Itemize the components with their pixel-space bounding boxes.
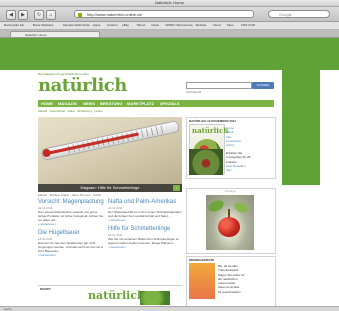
tab-bar: Natürlich: Home	[0, 30, 339, 38]
bookmark-item[interactable]: Bookmarks bar	[4, 23, 24, 28]
main-navigation: HOME MAGAZIN NEWS BERATUNG MARKTPLATZ SP…	[38, 100, 274, 107]
marketplace-label: MARKT	[40, 287, 51, 291]
article-teaser: Wie Sie mit einfachen Mitteln den Schmet…	[108, 237, 180, 245]
window-titlebar: Natürlich: Home	[0, 0, 339, 7]
advertisement-label: Anzeige	[224, 189, 236, 193]
media-edition-links: Bio, alt werden Traumbeispiele Sagen Sie…	[218, 264, 272, 294]
hero-caption[interactable]: Magazin: Hilfe für Schmetterlinge	[38, 184, 182, 192]
site-favicon-icon	[78, 13, 82, 17]
bookmark-item[interactable]: News	[152, 23, 160, 28]
bookmark-item[interactable]: Aktuelle Nachrichten	[63, 23, 91, 28]
reload-button[interactable]: ↻	[34, 10, 44, 20]
page-green-side-strip	[282, 38, 320, 185]
media-edition-image[interactable]	[189, 263, 215, 299]
nav-item-magazin[interactable]: MAGAZIN	[58, 100, 77, 107]
media-link[interactable]: für ausschweifen	[218, 290, 272, 294]
apple-icon	[218, 217, 240, 237]
site-search-button[interactable]: SUCHEN	[252, 82, 274, 89]
browser-search-input[interactable]: Google	[268, 10, 330, 18]
article-title[interactable]: Vorsicht: Magenplastung	[38, 199, 104, 206]
hero-pager[interactable]: Aktuell · Weitere Artikel · Neue Themen …	[38, 193, 101, 197]
article-title[interactable]: Nafta und Palm-Amerikas	[108, 199, 182, 206]
site-search-hint: Suchbegriff	[186, 90, 202, 94]
bookmark-item[interactable]: eBay	[122, 23, 129, 28]
nav-item-beratung[interactable]: BERATUNG	[100, 100, 122, 107]
site-search-input[interactable]	[186, 82, 252, 89]
subscription-promo-text: Erhalten Sie 3 Ausgaben für 28 Franken J…	[226, 151, 274, 172]
bookmarks-bar: Bookmarks bar Beste Websites Aktuelle Nach…	[0, 22, 339, 30]
status-bar: Fertig	[0, 306, 339, 311]
hero-next-arrow-icon[interactable]: ›	[173, 185, 180, 191]
nav-item-spezials[interactable]: SPEZIALS	[160, 100, 180, 107]
article-teaser: Die Lebensmittelindustrie verkauft uns g…	[38, 210, 104, 222]
article-title[interactable]: Die Hügelbauer	[38, 230, 104, 237]
apple-advert-image[interactable]	[206, 195, 254, 250]
bookmark-item[interactable]: Beste Websites	[33, 23, 54, 28]
article-teaser: Der Widerstand Boom in den neuen Schwell…	[108, 210, 182, 218]
nav-item-home[interactable]: HOME	[41, 100, 53, 107]
bookmark-item[interactable]: CNN.COM	[241, 23, 255, 28]
sub-navigation[interactable]: Aktuell · Gesundheit · Natur · Ernährung…	[38, 109, 103, 113]
site-logo[interactable]: natürlich	[38, 77, 127, 95]
url-text: http://www.natuerlich-online.ch/	[87, 12, 143, 17]
window-title: Natürlich: Home	[155, 0, 184, 5]
issue-link[interactable]: Archiv	[226, 143, 272, 147]
bookmark-item[interactable]: Website	[196, 23, 207, 28]
bookmark-item[interactable]: WWDC Web Access	[166, 23, 193, 28]
issue-links: Home Inhalt Abo Leserbriefe Archiv	[226, 126, 272, 147]
media-edition-heading: MEDIEN-EDITION	[189, 258, 214, 262]
article-read-more-link[interactable]: » weiterlesen	[38, 253, 104, 257]
home-button[interactable]: ⌂	[46, 10, 56, 20]
back-button[interactable]: ◀	[6, 10, 16, 20]
status-text: Fertig	[4, 307, 12, 311]
nav-item-news[interactable]: NEWS	[83, 100, 95, 107]
article-column-left: Vorsicht: Magenplastung 22.11.2011 Die L…	[38, 199, 104, 257]
current-issue-heading: NATÜRLICH 10 NOVEMBER 2011	[189, 119, 236, 123]
article-title[interactable]: Hilfe für Schmetterlinge	[108, 226, 182, 233]
article-read-more-link[interactable]: » weiterlesen	[108, 245, 182, 249]
promo-link[interactable]: Abo	[226, 168, 274, 172]
bookmark-item[interactable]: Sites	[227, 23, 234, 28]
hero-image[interactable]	[38, 117, 182, 192]
article-column-right: Nafta und Palm-Amerikas 22.11.2011 Der W…	[108, 199, 182, 249]
subscription-promo-image[interactable]	[189, 149, 223, 175]
bookmark-item[interactable]: Apple	[93, 23, 101, 28]
marketplace-logo[interactable]: natürlich	[88, 290, 145, 301]
address-bar[interactable]: http://www.natuerlich-online.ch/	[74, 10, 254, 18]
thermometer-illustration	[40, 120, 181, 161]
bookmark-item[interactable]: Amazon	[107, 23, 118, 28]
marketplace-image	[140, 291, 170, 305]
social-links	[253, 109, 275, 122]
issue-cover-logo: natürlich	[192, 126, 229, 135]
article-teaser: Erst kommt man den Spielkoetten gar nich…	[38, 241, 104, 253]
browser-toolbar: ◀ ▶ ↻ ⌂ http://www.natuerlich-online.ch/…	[0, 7, 339, 22]
tab-natuerlich-home[interactable]: Natürlich: Home	[10, 31, 100, 37]
forward-button[interactable]: ▶	[18, 10, 28, 20]
bookmark-item[interactable]: Cloud	[213, 23, 221, 28]
bookmark-item[interactable]: Yahoo!	[136, 23, 145, 28]
nav-item-marktplatz[interactable]: MARKTPLATZ	[127, 100, 154, 107]
